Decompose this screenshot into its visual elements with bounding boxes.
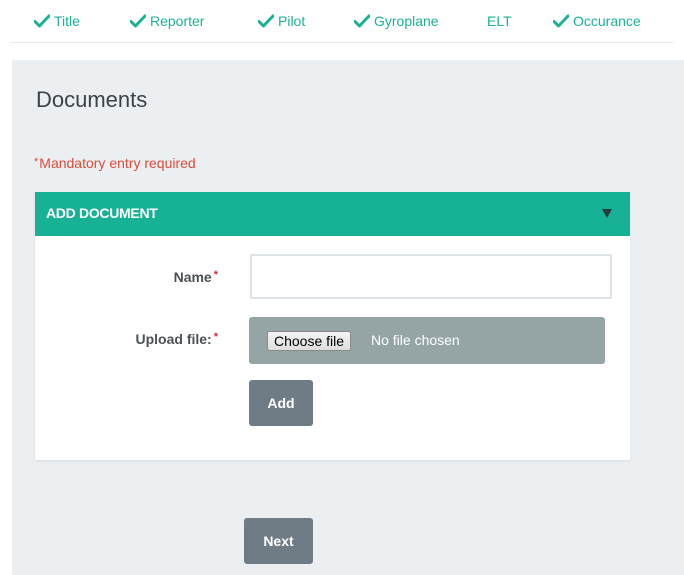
step-divider <box>10 42 674 43</box>
mandatory-note: *Mandatory entry required <box>34 155 196 171</box>
required-marker: * <box>213 269 218 281</box>
step-pilot[interactable]: Pilot <box>258 12 305 30</box>
caret-down-icon[interactable] <box>602 209 612 218</box>
file-status: No file chosen <box>371 332 460 348</box>
step-label: Title <box>54 13 80 29</box>
documents-panel: Documents *Mandatory entry required ADD … <box>12 60 684 575</box>
name-input[interactable] <box>250 254 612 299</box>
file-upload-field[interactable]: Choose file No file chosen <box>249 317 605 364</box>
page-title: Documents <box>36 87 148 112</box>
required-marker: * <box>34 156 39 168</box>
choose-file-button[interactable]: Choose file <box>267 331 352 351</box>
checkmark-icon <box>258 14 274 28</box>
checkmark-icon <box>34 14 50 28</box>
add-document-card: ADD DOCUMENT Name * Upload file: * Choose … <box>35 192 630 460</box>
checkmark-icon <box>130 14 146 28</box>
step-title[interactable]: Title <box>34 12 80 30</box>
checkmark-icon <box>553 14 569 28</box>
step-label: ELT <box>487 13 512 29</box>
step-gyroplane[interactable]: Gyroplane <box>354 12 439 30</box>
step-label: Pilot <box>278 13 306 29</box>
step-navigation: Title Reporter Pilot Gyroplane ELT Occur… <box>0 0 684 43</box>
checkmark-icon <box>354 14 370 28</box>
add-button[interactable]: Add <box>249 380 313 426</box>
step-reporter[interactable]: Reporter <box>130 12 204 30</box>
step-label: Occurance <box>573 13 641 29</box>
step-occurance[interactable]: Occurance <box>553 12 641 30</box>
step-elt[interactable]: ELT <box>487 12 512 30</box>
step-label: Reporter <box>150 13 205 29</box>
mandatory-text: Mandatory entry required <box>39 155 196 171</box>
required-marker: * <box>213 331 218 343</box>
step-label: Gyroplane <box>374 13 439 29</box>
card-title: ADD DOCUMENT <box>46 205 158 221</box>
name-label: Name * <box>174 269 218 285</box>
next-button[interactable]: Next <box>244 518 313 564</box>
upload-label-text: Upload file: <box>135 331 212 347</box>
add-document-header[interactable]: ADD DOCUMENT <box>35 192 630 236</box>
name-label-text: Name <box>173 269 212 285</box>
upload-label: Upload file: * <box>135 331 218 347</box>
